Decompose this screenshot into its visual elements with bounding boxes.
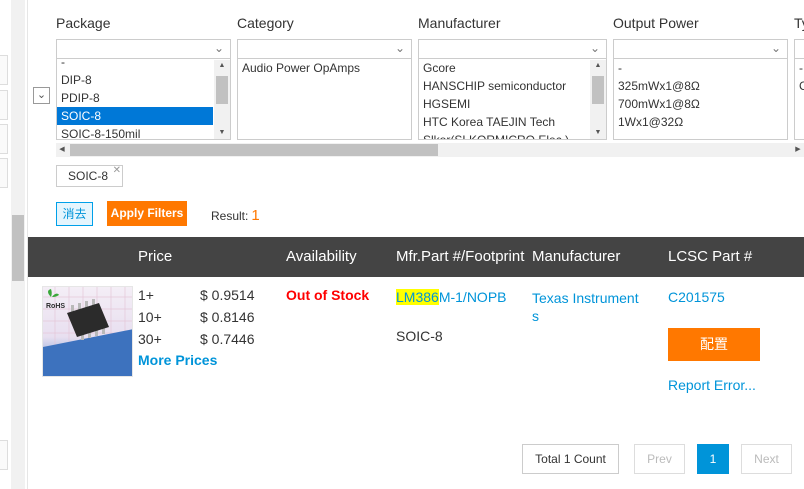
column-header-availability: Availability — [286, 248, 357, 265]
type-filter-search[interactable] — [795, 40, 804, 59]
package-option[interactable]: SOIC-8-150mil — [57, 125, 230, 139]
manufacturer-option[interactable]: HTC Korea TAEJIN Tech — [419, 113, 606, 131]
column-header-mfr-part: Mfr.Part #/Footprint — [396, 248, 525, 265]
footprint: SOIC-8 — [396, 328, 443, 344]
manufacturer-option[interactable]: Slkor(SLKORMICRO Elec.) — [419, 131, 606, 139]
report-error-link[interactable]: Report Error... — [668, 377, 756, 393]
chevron-down-icon: ⌄ — [213, 41, 224, 55]
filters-horizontal-scrollbar[interactable]: ◀ ▶ — [56, 143, 804, 157]
filter-header-manufacturer: Manufacturer — [418, 15, 501, 31]
scrollbar-thumb[interactable] — [592, 76, 604, 104]
scroll-down-icon[interactable]: ▼ — [214, 127, 230, 139]
lcsc-part-link[interactable]: C201575 — [668, 289, 725, 305]
chevron-down-icon: ⌄ — [589, 41, 600, 55]
scroll-left-icon[interactable]: ◀ — [56, 143, 68, 157]
output-power-option[interactable]: 1Wx1@32Ω — [614, 113, 787, 131]
output-power-option[interactable]: 700mWx1@8Ω — [614, 95, 787, 113]
package-filter-search[interactable]: ⌄ — [57, 40, 230, 59]
collapse-filters-button[interactable]: ⌄ — [33, 87, 50, 104]
results-table-header: Price Availability Mfr.Part #/Footprint … — [28, 237, 804, 277]
scroll-up-icon[interactable]: ▲ — [214, 60, 230, 72]
scroll-right-icon[interactable]: ▶ — [792, 143, 804, 157]
price-tier-qty: 1+ — [138, 287, 154, 303]
price-tier-qty: 30+ — [138, 331, 162, 347]
chip-label: SOIC-8 — [68, 169, 109, 183]
availability-status: Out of Stock — [286, 287, 370, 303]
mfr-part-link[interactable]: LM386M-1/NOPB — [396, 289, 507, 305]
scrollbar-thumb[interactable] — [216, 76, 228, 104]
output-power-filter-list[interactable]: ⌄ - 325mWx1@8Ω 700mWx1@8Ω 1Wx1@32Ω — [613, 39, 788, 140]
active-filter-chip: SOIC-8 ✕ — [56, 165, 124, 187]
soic-chip-illustration: RoHS — [43, 287, 132, 376]
product-image[interactable]: RoHS — [42, 286, 133, 377]
category-filter-search[interactable]: ⌄ — [238, 40, 411, 59]
manufacturer-filter-list[interactable]: ⌄ Gcore HANSCHIP semiconductor HGSEMI HT… — [418, 39, 607, 140]
more-prices-link[interactable]: More Prices — [138, 352, 217, 368]
result-label: Result: — [211, 209, 249, 223]
filter-header-output-power: Output Power — [613, 15, 699, 31]
mfr-part-rest: M-1/NOPB — [438, 289, 507, 305]
page-scrollbar-thumb[interactable] — [12, 215, 24, 281]
side-tab[interactable] — [0, 90, 8, 120]
result-count: Result: 1 — [211, 207, 260, 224]
side-tab[interactable] — [0, 124, 8, 154]
type-option[interactable]: C — [795, 77, 804, 95]
price-tier-value: $ 0.8146 — [200, 309, 255, 325]
package-option-selected[interactable]: SOIC-8 — [57, 107, 213, 125]
left-gutter — [0, 0, 28, 489]
search-highlight: LM386 — [396, 289, 439, 305]
prev-page-button[interactable]: Prev — [634, 444, 685, 474]
column-header-price: Price — [138, 248, 173, 265]
manufacturer-filter-search[interactable]: ⌄ — [419, 40, 606, 59]
next-page-button[interactable]: Next — [741, 444, 792, 474]
type-filter-list[interactable]: - C — [794, 39, 804, 140]
chevron-down-icon: ⌄ — [36, 89, 47, 101]
side-tab[interactable] — [0, 158, 8, 188]
filter-header-category: Category — [237, 15, 294, 31]
page-scrollbar[interactable] — [11, 0, 25, 489]
chevron-down-icon: ⌄ — [394, 41, 405, 55]
output-power-option[interactable]: 325mWx1@8Ω — [614, 77, 787, 95]
side-tab[interactable] — [0, 55, 8, 85]
package-option[interactable]: PDIP-8 — [57, 89, 230, 107]
chevron-down-icon: ⌄ — [770, 41, 781, 55]
package-option[interactable]: DIP-8 — [57, 71, 230, 89]
scroll-down-icon[interactable]: ▼ — [590, 127, 606, 139]
clear-filters-button[interactable]: 消去 — [56, 202, 93, 226]
category-filter-list[interactable]: ⌄ Audio Power OpAmps — [237, 39, 412, 140]
type-option[interactable]: - — [795, 59, 804, 77]
manufacturer-link[interactable]: Texas Instruments — [532, 289, 644, 325]
result-number: 1 — [251, 207, 260, 224]
column-header-lcsc-part: LCSC Part # — [668, 248, 753, 265]
manufacturer-option[interactable]: HANSCHIP semiconductor — [419, 77, 606, 95]
column-header-manufacturer: Manufacturer — [532, 248, 621, 265]
total-count: Total 1 Count — [522, 444, 619, 474]
manufacturer-list-scrollbar[interactable]: ▲ ▼ — [590, 60, 606, 139]
scroll-up-icon[interactable]: ▲ — [590, 60, 606, 72]
rohs-label: RoHS — [46, 303, 65, 310]
filter-header-type: Ty — [794, 15, 804, 31]
package-list-scrollbar[interactable]: ▲ ▼ — [214, 60, 230, 139]
manufacturer-option[interactable]: Gcore — [419, 59, 606, 77]
search-results-page: Package Category Manufacturer Output Pow… — [0, 0, 804, 489]
manufacturer-option[interactable]: HGSEMI — [419, 95, 606, 113]
current-page-button[interactable]: 1 — [697, 444, 729, 474]
output-power-option[interactable]: - — [614, 59, 787, 77]
configure-button[interactable]: 配置 — [668, 328, 760, 361]
package-filter-list[interactable]: ⌄ - DIP-8 PDIP-8 SOIC-8 SOIC-8-150mil ▲ … — [56, 39, 231, 140]
output-power-filter-search[interactable]: ⌄ — [614, 40, 787, 59]
price-tier-value: $ 0.7446 — [200, 331, 255, 347]
filter-header-package: Package — [56, 15, 111, 31]
category-option[interactable]: Audio Power OpAmps — [238, 59, 411, 77]
side-tab[interactable] — [0, 440, 8, 470]
close-icon[interactable]: ✕ — [113, 165, 121, 177]
price-tier-qty: 10+ — [138, 309, 162, 325]
apply-filters-button[interactable]: Apply Filters — [107, 201, 187, 226]
price-tier-value: $ 0.9514 — [200, 287, 255, 303]
scrollbar-thumb[interactable] — [70, 144, 438, 156]
